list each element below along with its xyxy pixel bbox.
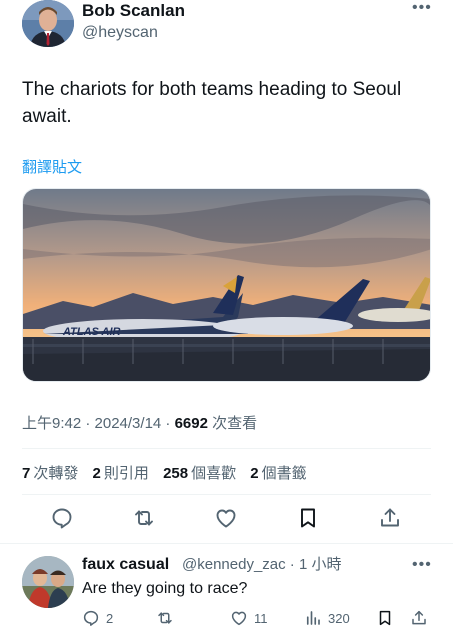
tweet-action-bar bbox=[44, 506, 416, 534]
bookmark-icon[interactable] bbox=[296, 506, 324, 534]
reply-action-bar: 2 11 320 bbox=[82, 607, 432, 629]
tweet-meta: 上午9:42 · 2024/3/14 · 6692 次查看 bbox=[22, 412, 257, 433]
reply-retweet-button[interactable] bbox=[156, 607, 180, 629]
reply-icon bbox=[83, 610, 99, 626]
retweet-icon bbox=[158, 612, 172, 624]
divider bbox=[0, 543, 453, 544]
author-handle[interactable]: @heyscan bbox=[82, 23, 158, 43]
tweet-image[interactable]: ATLAS AIR bbox=[22, 188, 431, 382]
reply-views-button[interactable]: 320 bbox=[304, 607, 350, 629]
bookmark-icon bbox=[379, 610, 391, 626]
reposts-stat[interactable]: 7 次轉發 bbox=[22, 465, 78, 482]
image-atlas-text: ATLAS AIR bbox=[62, 326, 120, 338]
reply-reply-count: 2 bbox=[106, 610, 114, 626]
reply-icon[interactable] bbox=[50, 506, 78, 534]
reply-author-handle[interactable]: @kennedy_zac · 1 小時 bbox=[182, 555, 341, 575]
reply-author-name[interactable]: faux casual bbox=[82, 555, 169, 575]
reply-like-button[interactable]: 11 bbox=[230, 607, 268, 629]
timestamp[interactable]: 上午9:42 · 2024/3/14 · bbox=[22, 415, 175, 432]
divider bbox=[22, 494, 431, 495]
like-icon bbox=[231, 611, 247, 626]
reply-views-count: 320 bbox=[328, 610, 350, 626]
divider bbox=[22, 448, 431, 449]
retweet-icon[interactable] bbox=[132, 506, 160, 534]
analytics-icon bbox=[306, 611, 320, 625]
tweet-text: The chariots for both teams heading to S… bbox=[22, 79, 402, 127]
reply-author-avatar[interactable] bbox=[22, 556, 74, 608]
reply-like-count: 11 bbox=[254, 610, 268, 626]
author-avatar[interactable] bbox=[22, 0, 74, 47]
likes-stat[interactable]: 258 個喜歡 bbox=[163, 465, 236, 482]
bookmarks-stat[interactable]: 2 個書籤 bbox=[250, 465, 306, 482]
quotes-stat[interactable]: 2 則引用 bbox=[93, 465, 149, 482]
more-options-icon[interactable]: ••• bbox=[412, 0, 432, 16]
share-icon[interactable] bbox=[378, 506, 406, 534]
share-icon bbox=[412, 610, 426, 625]
views-label: 次查看 bbox=[207, 415, 258, 432]
reply-bookmark-button[interactable] bbox=[376, 607, 394, 629]
reply-reply-button[interactable]: 2 bbox=[82, 607, 113, 629]
reply-more-options-icon[interactable]: ••• bbox=[412, 557, 432, 573]
author-name[interactable]: Bob Scanlan bbox=[82, 1, 185, 21]
translate-post-link[interactable]: 翻譯貼文 bbox=[22, 156, 82, 177]
views-count: 6692 bbox=[174, 415, 208, 432]
reply-text: Are they going to race? bbox=[82, 580, 248, 597]
engagement-stats: 7 次轉發 2 則引用 258 個喜歡 2 個書籤 bbox=[22, 462, 317, 483]
reply-share-button[interactable] bbox=[410, 607, 428, 629]
like-icon[interactable] bbox=[214, 506, 242, 534]
